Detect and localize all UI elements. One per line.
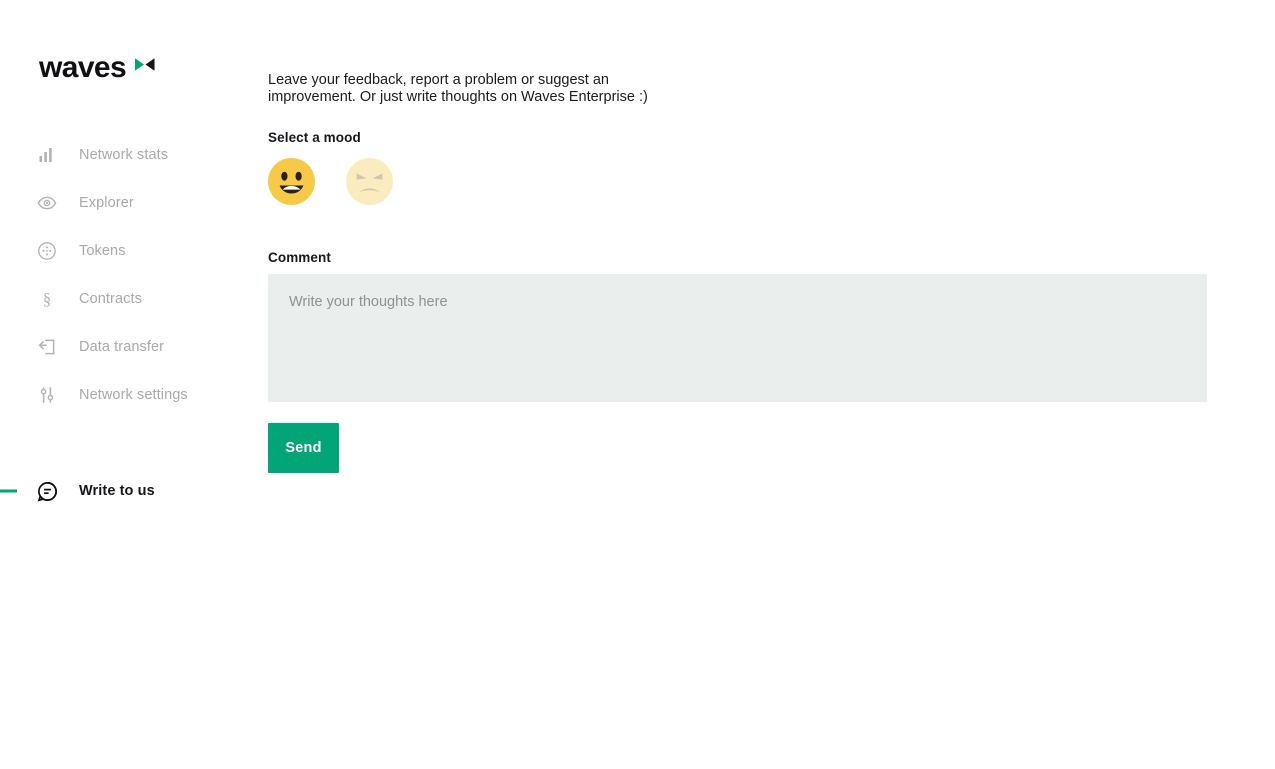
sliders-icon xyxy=(36,384,58,406)
active-nav-indicator xyxy=(0,489,17,493)
sidebar-item-label: Data transfer xyxy=(79,339,165,355)
main-content: Leave your feedback, report a problem or… xyxy=(268,0,1275,769)
sidebar-item-label: Network stats xyxy=(79,147,169,163)
mood-option-angry[interactable] xyxy=(346,157,393,208)
mood-options-row xyxy=(268,157,393,208)
section-sign-icon: § xyxy=(36,288,58,310)
brand-logo[interactable]: waves xyxy=(39,50,155,86)
page-intro-text: Leave your feedback, report a problem or… xyxy=(268,71,648,105)
speech-bubble-icon xyxy=(36,480,58,502)
sidebar-item-explorer[interactable]: Explorer xyxy=(0,187,268,219)
sidebar-item-network-settings[interactable]: Network settings xyxy=(0,379,268,411)
app-root: waves Network stats Explorer Tokens § Co… xyxy=(0,0,1275,769)
comment-input[interactable] xyxy=(268,274,1207,402)
sidebar-item-label: Explorer xyxy=(79,195,134,211)
comment-section: Comment xyxy=(268,250,1207,402)
svg-text:§: § xyxy=(43,290,52,309)
grinning-face-icon xyxy=(268,157,315,208)
sidebar-nav: Network stats Explorer Tokens § Contract… xyxy=(0,139,268,523)
angry-face-icon xyxy=(346,157,393,208)
token-circle-icon xyxy=(36,240,58,262)
sidebar: waves Network stats Explorer Tokens § Co… xyxy=(0,0,268,769)
comment-label: Comment xyxy=(268,250,331,265)
mood-option-happy[interactable] xyxy=(268,157,315,208)
send-button[interactable]: Send xyxy=(268,423,339,473)
sidebar-item-contracts[interactable]: § Contracts xyxy=(0,283,268,315)
sidebar-item-write-to-us[interactable]: Write to us xyxy=(0,475,268,507)
sidebar-item-tokens[interactable]: Tokens xyxy=(0,235,268,267)
sidebar-item-label: Contracts xyxy=(79,291,142,307)
sidebar-item-network-stats[interactable]: Network stats xyxy=(0,139,268,171)
eye-icon xyxy=(36,192,58,214)
sidebar-item-label: Tokens xyxy=(79,243,126,259)
bar-chart-icon xyxy=(36,144,58,166)
mood-selector-section: Select a mood xyxy=(268,130,393,206)
mood-label: Select a mood xyxy=(268,130,361,145)
brand-wordmark: waves xyxy=(39,51,127,84)
data-transfer-icon xyxy=(36,336,58,358)
sidebar-item-label: Network settings xyxy=(79,387,188,403)
waves-logo-mark-icon xyxy=(135,57,155,72)
sidebar-item-data-transfer[interactable]: Data transfer xyxy=(0,331,268,363)
sidebar-item-label: Write to us xyxy=(79,483,155,499)
